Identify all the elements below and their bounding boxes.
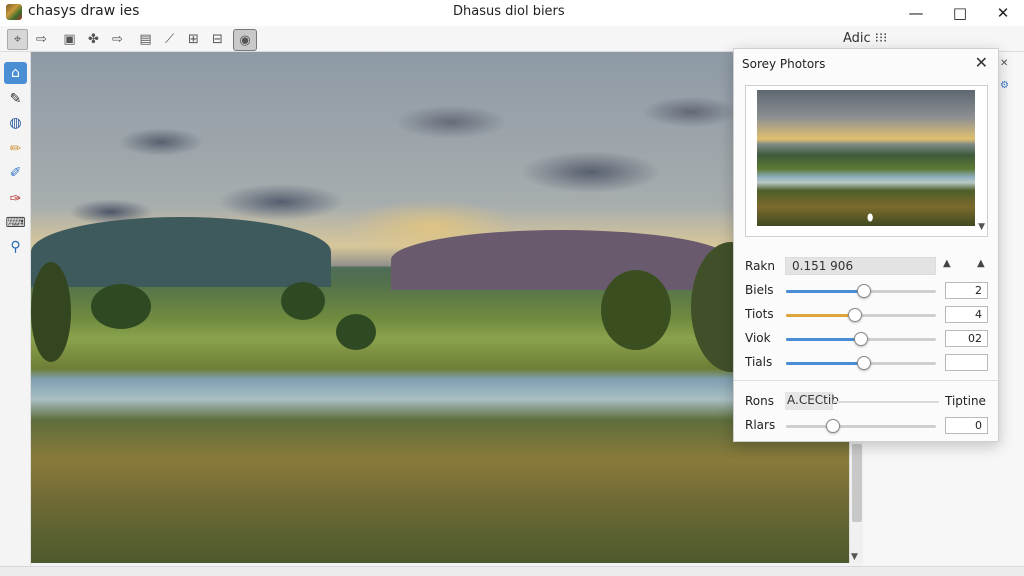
rons-row: Rons A.CECtib Tiptine — [745, 392, 989, 412]
distant-hill — [391, 230, 731, 290]
slider-fill — [786, 362, 864, 365]
slider-value-box[interactable]: 2 — [945, 282, 988, 299]
slider-knob[interactable] — [854, 332, 868, 346]
rlars-value-box[interactable]: 0 — [945, 417, 988, 434]
pen-tool-icon[interactable]: ✎ — [4, 88, 27, 110]
tree — [281, 282, 325, 320]
rons-right-label: Tiptine — [945, 394, 986, 408]
slider-fill — [786, 290, 864, 293]
paste-icon[interactable]: ✤ — [83, 29, 104, 50]
tree — [91, 284, 151, 329]
adjust-icon[interactable]: ⊟ — [207, 29, 228, 50]
panel-close-icon[interactable]: ✕ — [1000, 58, 1008, 69]
adjustment-slider[interactable] — [786, 284, 936, 298]
slider-label: Tials — [745, 355, 773, 369]
left-tool-palette: ⌂ ✎ ◍ ✏ ✐ ✑ ⌨ ⚲ — [0, 52, 31, 566]
tree — [31, 262, 71, 362]
document-title: Dhasus diol biers — [453, 4, 565, 19]
painting-canvas[interactable] — [31, 52, 849, 563]
layers-icon[interactable]: ▤ — [135, 29, 156, 50]
panel-settings-icon[interactable]: ⚙ — [1000, 80, 1009, 91]
dialog-close-button[interactable]: ✕ — [975, 53, 988, 72]
slider-fill — [786, 314, 855, 317]
title-bar: chasys draw ies Dhasus diol biers — □ ✕ — [0, 0, 1024, 26]
app-logo-icon — [6, 4, 22, 20]
slider-knob[interactable] — [857, 356, 871, 370]
toolbar-right-label[interactable]: Adic ⁝⁝⁝ — [843, 31, 887, 46]
dialog-title: Sorey Photors — [742, 57, 826, 71]
slider-knob[interactable] — [848, 308, 862, 322]
slider-row: Biels 2 — [745, 281, 989, 301]
select-tool-button[interactable]: ⌖ — [7, 29, 28, 50]
fill-tool-icon[interactable]: ◍ — [4, 112, 27, 134]
slider-label: Biels — [745, 283, 774, 297]
zoom-tool-icon[interactable]: ⚲ — [4, 236, 27, 258]
preview-dropdown-icon[interactable]: ▼ — [978, 222, 985, 232]
adjustment-slider[interactable] — [786, 356, 936, 370]
close-window-button[interactable]: ✕ — [981, 0, 1024, 26]
distant-hill — [31, 217, 331, 287]
rlars-label: Rlars — [745, 418, 776, 432]
preview-frame: ⬮ ▼ — [745, 85, 988, 237]
slider-knob[interactable] — [857, 284, 871, 298]
stamp-tool-icon[interactable]: ⌨ — [4, 212, 27, 234]
rakn-spin-up-icon[interactable]: ▲ — [943, 258, 951, 269]
rons-label: Rons — [745, 394, 774, 408]
layer-copy-icon[interactable]: ▣ — [59, 29, 80, 50]
slider-label: Viok — [745, 331, 771, 345]
adjustment-slider[interactable] — [786, 308, 936, 322]
photo-filter-dialog: Sorey Photors ✕ ⬮ ▼ Rakn 0.151 906 ▲ ▲ B… — [733, 48, 999, 442]
rlars-slider[interactable] — [786, 419, 936, 433]
rakn-field[interactable]: 0.151 906 — [785, 257, 936, 275]
redo-arrow-icon[interactable]: ⇨ — [107, 29, 128, 50]
scroll-down-icon[interactable]: ▼ — [851, 552, 858, 562]
status-bar — [0, 566, 1024, 576]
slider-fill — [786, 338, 861, 341]
minimize-button[interactable]: — — [894, 0, 938, 26]
app-title: chasys draw ies — [28, 3, 140, 19]
slider-value-box[interactable]: 4 — [945, 306, 988, 323]
slider-row: Tials — [745, 353, 989, 373]
maximize-button[interactable]: □ — [938, 0, 982, 26]
slider-value-box[interactable] — [945, 354, 988, 371]
slider-value-box[interactable]: 02 — [945, 330, 988, 347]
slider-row: Tiots 4 — [745, 305, 989, 325]
tree — [336, 314, 376, 350]
rlars-row: Rlars 0 — [745, 416, 989, 436]
transform-icon[interactable]: ⊞ — [183, 29, 204, 50]
tree — [601, 270, 671, 350]
rakn-label: Rakn — [745, 259, 775, 273]
rons-field[interactable]: A.CECtib — [785, 392, 839, 410]
preview-marker-icon: ⬮ — [867, 213, 874, 224]
scrollbar-thumb[interactable] — [852, 444, 862, 522]
smudge-tool-icon[interactable]: ✑ — [4, 188, 27, 210]
adjustment-slider[interactable] — [786, 332, 936, 346]
brush-tool-icon[interactable]: ✐ — [4, 162, 27, 184]
pencil-tool-icon[interactable]: ✏ — [4, 138, 27, 160]
forward-arrow-icon[interactable]: ⇨ — [31, 29, 52, 50]
slider-row: Viok 02 — [745, 329, 989, 349]
rakn-spin-up-alt-icon[interactable]: ▲ — [977, 258, 985, 269]
rakn-row: Rakn 0.151 906 ▲ ▲ — [745, 257, 989, 277]
dialog-divider — [734, 380, 998, 381]
rlars-slider-knob[interactable] — [825, 419, 840, 433]
eraser-tool-icon[interactable]: ⌂ — [4, 62, 27, 84]
rons-track — [833, 401, 939, 403]
slider-label: Tiots — [745, 307, 774, 321]
preview-image[interactable]: ⬮ — [757, 90, 975, 226]
crop-icon[interactable]: ⟋ — [159, 29, 180, 50]
camera-icon[interactable]: ◉ — [233, 29, 257, 51]
